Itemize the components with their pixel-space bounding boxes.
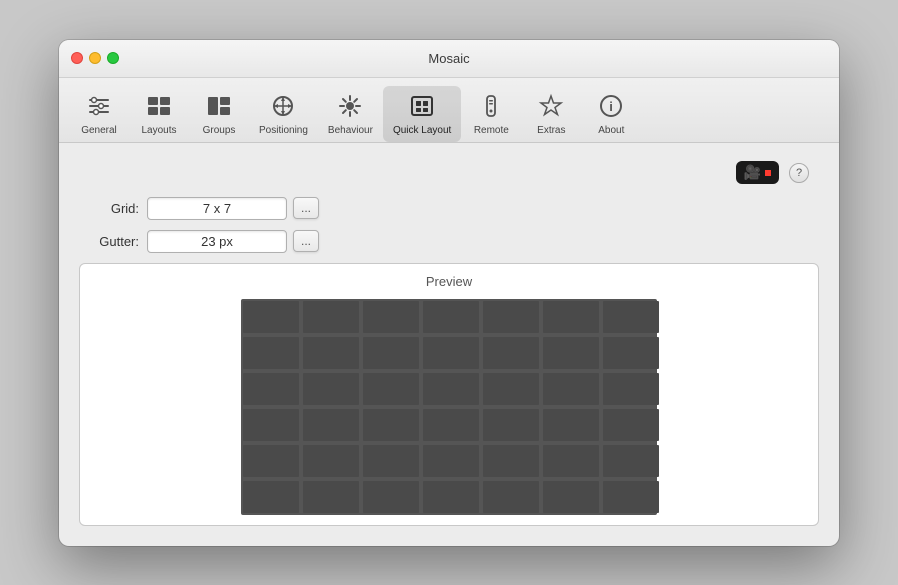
grid-cell bbox=[543, 409, 599, 441]
grid-cell bbox=[423, 337, 479, 369]
traffic-lights bbox=[71, 52, 119, 64]
toolbar-label-groups: Groups bbox=[203, 125, 236, 136]
toolbar-item-extras[interactable]: Extras bbox=[521, 86, 581, 142]
camera-icon: 🎥 bbox=[744, 164, 761, 181]
grid-cell bbox=[363, 409, 419, 441]
quick-layout-icon bbox=[406, 90, 438, 122]
grid-cell bbox=[423, 445, 479, 477]
close-button[interactable] bbox=[71, 52, 83, 64]
behaviour-icon bbox=[334, 90, 366, 122]
help-label: ? bbox=[796, 167, 802, 179]
toolbar-item-behaviour[interactable]: Behaviour bbox=[318, 86, 383, 142]
toolbar-item-groups[interactable]: Groups bbox=[189, 86, 249, 142]
grid-cell bbox=[303, 409, 359, 441]
grid-cell bbox=[243, 445, 299, 477]
toolbar-item-remote[interactable]: Remote bbox=[461, 86, 521, 142]
preview-title: Preview bbox=[90, 274, 808, 289]
grid-cell bbox=[243, 301, 299, 333]
toolbar-item-layouts[interactable]: Layouts bbox=[129, 86, 189, 142]
grid-cell bbox=[483, 481, 539, 513]
grid-cell bbox=[363, 445, 419, 477]
grid-cell bbox=[423, 409, 479, 441]
grid-cell bbox=[243, 337, 299, 369]
grid-cell bbox=[303, 481, 359, 513]
content-area: 🎥 ? Grid: ... Gutter: ... Preview bbox=[59, 143, 839, 546]
toolbar-item-about[interactable]: i About bbox=[581, 86, 641, 142]
toolbar-item-general[interactable]: General bbox=[69, 86, 129, 142]
grid-cell bbox=[543, 373, 599, 405]
minimize-button[interactable] bbox=[89, 52, 101, 64]
grid-cell bbox=[603, 481, 659, 513]
grid-cell bbox=[543, 481, 599, 513]
groups-icon bbox=[203, 90, 235, 122]
toolbar-item-quick-layout[interactable]: Quick Layout bbox=[383, 86, 461, 142]
grid-cell bbox=[483, 445, 539, 477]
grid-cell bbox=[603, 409, 659, 441]
toolbar-label-behaviour: Behaviour bbox=[328, 125, 373, 136]
toolbar-label-general: General bbox=[81, 125, 117, 136]
grid-cell bbox=[243, 481, 299, 513]
grid-row: Grid: ... bbox=[79, 197, 819, 220]
grid-cell bbox=[603, 337, 659, 369]
toolbar-label-extras: Extras bbox=[537, 125, 565, 136]
toolbar-label-layouts: Layouts bbox=[141, 125, 176, 136]
grid-cell bbox=[363, 301, 419, 333]
grid-cell bbox=[363, 373, 419, 405]
grid-cell bbox=[543, 445, 599, 477]
toolbar-label-remote: Remote bbox=[474, 125, 509, 136]
camera-badge: 🎥 bbox=[736, 161, 779, 184]
grid-cell bbox=[603, 445, 659, 477]
window-title: Mosaic bbox=[428, 51, 469, 66]
toolbar-label-about: About bbox=[598, 125, 624, 136]
grid-cell bbox=[543, 301, 599, 333]
grid-preview bbox=[241, 299, 657, 515]
grid-cell bbox=[603, 373, 659, 405]
remote-icon bbox=[475, 90, 507, 122]
grid-cell bbox=[243, 373, 299, 405]
grid-cell bbox=[303, 337, 359, 369]
grid-cell bbox=[483, 337, 539, 369]
extras-icon bbox=[535, 90, 567, 122]
grid-cell bbox=[243, 409, 299, 441]
toolbar: General Layouts bbox=[59, 78, 839, 143]
help-button[interactable]: ? bbox=[789, 163, 809, 183]
grid-cell bbox=[363, 337, 419, 369]
grid-cell bbox=[303, 301, 359, 333]
grid-cell bbox=[423, 301, 479, 333]
grid-cell bbox=[603, 301, 659, 333]
toolbar-label-quick-layout: Quick Layout bbox=[393, 125, 451, 136]
preview-container: Preview bbox=[79, 263, 819, 526]
toolbar-item-positioning[interactable]: Positioning bbox=[249, 86, 318, 142]
gutter-row: Gutter: ... bbox=[79, 230, 819, 253]
positioning-icon bbox=[267, 90, 299, 122]
record-dot bbox=[765, 170, 771, 176]
grid-cell bbox=[303, 445, 359, 477]
grid-cell bbox=[423, 373, 479, 405]
grid-cell bbox=[543, 337, 599, 369]
maximize-button[interactable] bbox=[107, 52, 119, 64]
grid-cell bbox=[483, 301, 539, 333]
gutter-input[interactable] bbox=[147, 230, 287, 253]
svg-text:i: i bbox=[610, 99, 614, 114]
toolbar-label-positioning: Positioning bbox=[259, 125, 308, 136]
gutter-label: Gutter: bbox=[79, 234, 139, 249]
titlebar: Mosaic bbox=[59, 40, 839, 78]
grid-cell bbox=[363, 481, 419, 513]
grid-label: Grid: bbox=[79, 201, 139, 216]
grid-cell bbox=[483, 409, 539, 441]
gutter-ellipsis-button[interactable]: ... bbox=[293, 230, 319, 252]
sliders-icon bbox=[83, 90, 115, 122]
grid-cell bbox=[483, 373, 539, 405]
grid-ellipsis-button[interactable]: ... bbox=[293, 197, 319, 219]
grid-cell bbox=[423, 481, 479, 513]
grid-cell bbox=[303, 373, 359, 405]
grid-input[interactable] bbox=[147, 197, 287, 220]
app-window: Mosaic General bbox=[59, 40, 839, 546]
layouts-icon bbox=[143, 90, 175, 122]
about-icon: i bbox=[595, 90, 627, 122]
